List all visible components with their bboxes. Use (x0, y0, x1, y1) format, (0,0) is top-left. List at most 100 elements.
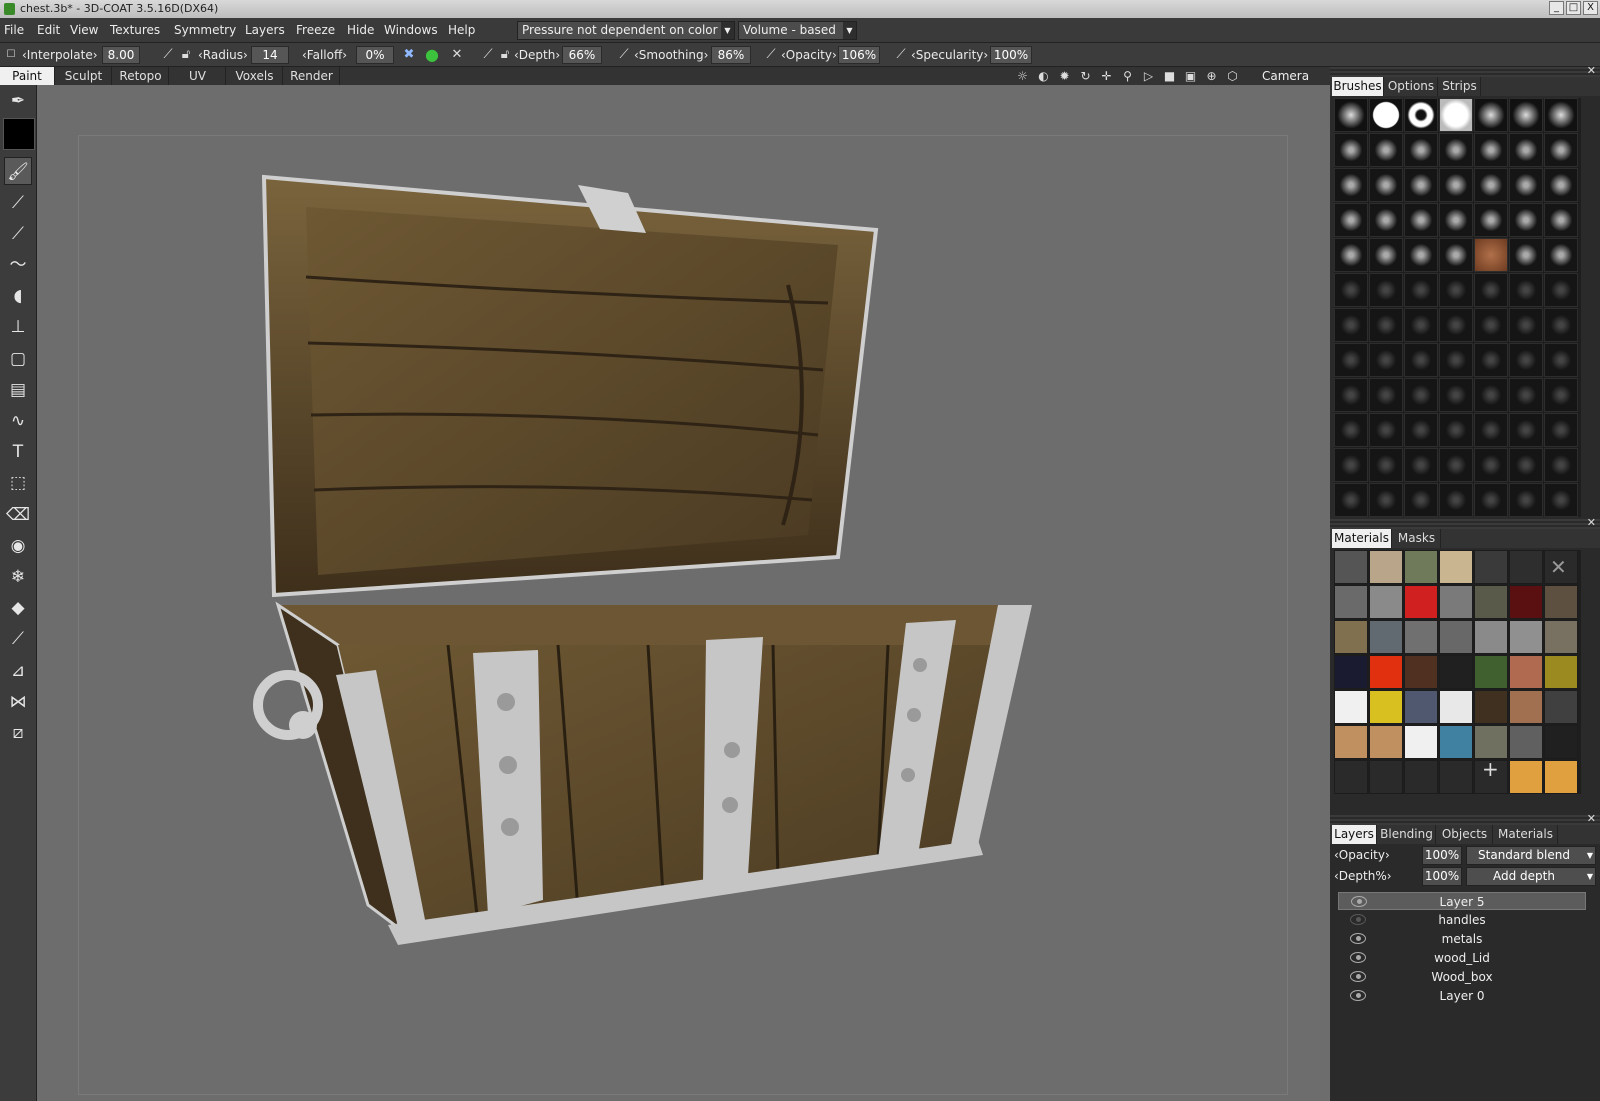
layer-row[interactable]: metals (1338, 930, 1586, 948)
brush-thumbnail[interactable] (1334, 133, 1368, 167)
brush-thumbnail[interactable] (1439, 238, 1473, 272)
brush-thumbnail[interactable] (1474, 273, 1508, 307)
perspective-icon[interactable]: ▷ (1141, 69, 1156, 84)
visibility-eye-icon[interactable] (1350, 971, 1366, 982)
smoothing-label[interactable]: ‹Smoothing› (634, 48, 708, 62)
brush-thumbnail[interactable] (1334, 343, 1368, 377)
lock-icon[interactable]: 🔓︎ (178, 47, 194, 63)
volume-mode-dropdown[interactable]: Volume - based ▼ (738, 21, 857, 40)
material-thumbnail[interactable] (1369, 655, 1403, 689)
material-thumbnail[interactable] (1404, 690, 1438, 724)
close-icon[interactable]: ✕ (1587, 64, 1596, 77)
target-icon[interactable]: ⊕ (1204, 69, 1219, 84)
specularity-field[interactable]: 100% (990, 46, 1032, 64)
brush-thumbnail[interactable] (1544, 308, 1578, 342)
brush-thumbnail[interactable] (1509, 168, 1543, 202)
material-thumbnail[interactable] (1439, 585, 1473, 619)
material-thumbnail[interactable] (1439, 725, 1473, 759)
material-thumbnail[interactable] (1369, 760, 1403, 794)
pen-pressure-icon[interactable]: ⟋ (480, 47, 496, 63)
spline-icon[interactable]: ∿ (4, 407, 32, 435)
visibility-eye-icon[interactable] (1351, 896, 1367, 907)
camera-menu[interactable]: Camera (1234, 67, 1330, 85)
brush-thumbnail[interactable] (1439, 168, 1473, 202)
tab-layers[interactable]: Layers (1332, 825, 1377, 844)
brush-thumbnail[interactable] (1369, 308, 1403, 342)
material-thumbnail[interactable] (1334, 585, 1368, 619)
blend-mode-dropdown[interactable]: Standard blend ▼ (1466, 846, 1596, 865)
brush-thumbnail[interactable] (1404, 483, 1438, 517)
tab-sculpt[interactable]: Sculpt (56, 67, 112, 85)
brush-thumbnail[interactable] (1474, 203, 1508, 237)
tab-masks[interactable]: Masks (1393, 529, 1441, 548)
menu-hide[interactable]: Hide (347, 23, 374, 37)
layer-opacity-label[interactable]: ‹Opacity› (1334, 846, 1390, 865)
zoom-icon[interactable]: ⚲ (1120, 69, 1135, 84)
brush-thumbnail[interactable] (1439, 308, 1473, 342)
checkbox-icon[interactable]: ☐ (3, 47, 19, 63)
menu-file[interactable]: File (4, 23, 24, 37)
material-thumbnail[interactable] (1334, 655, 1368, 689)
layer-row[interactable]: Wood_box (1338, 968, 1586, 986)
brush-thumbnail[interactable] (1334, 203, 1368, 237)
material-thumbnail[interactable] (1334, 760, 1368, 794)
brush-thumbnail[interactable] (1439, 98, 1473, 132)
materials-grid[interactable] (1334, 550, 1581, 794)
material-thumbnail[interactable] (1369, 725, 1403, 759)
pen-pressure-icon[interactable]: ⟋ (893, 47, 909, 63)
frame-icon[interactable]: ▣ (1183, 69, 1198, 84)
menu-textures[interactable]: Textures (110, 23, 160, 37)
copy-icon[interactable]: ▤ (4, 376, 32, 404)
material-thumbnail[interactable] (1439, 690, 1473, 724)
brush-thumbnail[interactable] (1544, 133, 1578, 167)
brush-thumbnail[interactable] (1509, 273, 1543, 307)
eye-icon[interactable]: ◉ (4, 532, 32, 560)
tab-brushes[interactable]: Brushes (1332, 77, 1384, 96)
brush-icon[interactable]: 🖌︎ (4, 157, 32, 185)
brush-thumbnail[interactable] (1439, 378, 1473, 412)
material-thumbnail[interactable] (1474, 620, 1508, 654)
tab-retopo[interactable]: Retopo (113, 67, 169, 85)
opacity-field[interactable]: 106% (838, 46, 880, 64)
brush-thumbnail[interactable] (1474, 168, 1508, 202)
brush-thumbnail[interactable] (1474, 413, 1508, 447)
brush-thumbnail[interactable] (1474, 483, 1508, 517)
tab-voxels[interactable]: Voxels (227, 67, 283, 85)
material-thumbnail[interactable] (1439, 760, 1473, 794)
material-thumbnail[interactable] (1474, 550, 1508, 584)
tab-options[interactable]: Options (1385, 77, 1438, 96)
brush-thumbnail[interactable] (1334, 448, 1368, 482)
green-sphere-icon[interactable]: ● (424, 47, 440, 63)
material-thumbnail[interactable] (1334, 725, 1368, 759)
tab-objects[interactable]: Objects (1437, 825, 1493, 844)
close-icon[interactable]: ✕ (1587, 812, 1596, 825)
material-thumbnail[interactable] (1369, 690, 1403, 724)
smoothing-field[interactable]: 86% (711, 46, 751, 64)
material-thumbnail[interactable] (1544, 620, 1578, 654)
menu-symmetry[interactable]: Symmetry (174, 23, 236, 37)
brush-thumbnail[interactable] (1509, 413, 1543, 447)
interpolate-label[interactable]: ‹Interpolate› (22, 48, 98, 62)
material-thumbnail[interactable] (1474, 690, 1508, 724)
brush-thumbnail[interactable] (1509, 203, 1543, 237)
brush-thumbnail[interactable] (1334, 483, 1368, 517)
brush-thumbnail[interactable] (1334, 168, 1368, 202)
material-thumbnail[interactable] (1509, 690, 1543, 724)
falloff-label[interactable]: ‹Falloff› (302, 48, 347, 62)
brush-shape-icon[interactable]: ✖ (401, 47, 417, 63)
menu-layers[interactable]: Layers (245, 23, 285, 37)
material-thumbnail[interactable] (1474, 655, 1508, 689)
stamp-icon[interactable]: ⊥ (4, 313, 32, 341)
sun-icon[interactable]: ✹ (1057, 69, 1072, 84)
tab-materials[interactable]: Materials (1332, 529, 1392, 548)
light-icon[interactable]: ☼ (1015, 69, 1030, 84)
interpolate-field[interactable]: 8.00 (102, 46, 140, 64)
layer-row[interactable]: Layer 0 (1338, 987, 1586, 1005)
maximize-button[interactable]: □ (1566, 1, 1581, 15)
material-thumbnail[interactable] (1544, 690, 1578, 724)
brush-thumbnail[interactable] (1404, 413, 1438, 447)
brush-thumbnail[interactable] (1509, 133, 1543, 167)
material-thumbnail[interactable] (1544, 585, 1578, 619)
pressure-mode-dropdown[interactable]: Pressure not dependent on color ▼ (517, 21, 735, 40)
brush-thumbnail[interactable] (1334, 308, 1368, 342)
